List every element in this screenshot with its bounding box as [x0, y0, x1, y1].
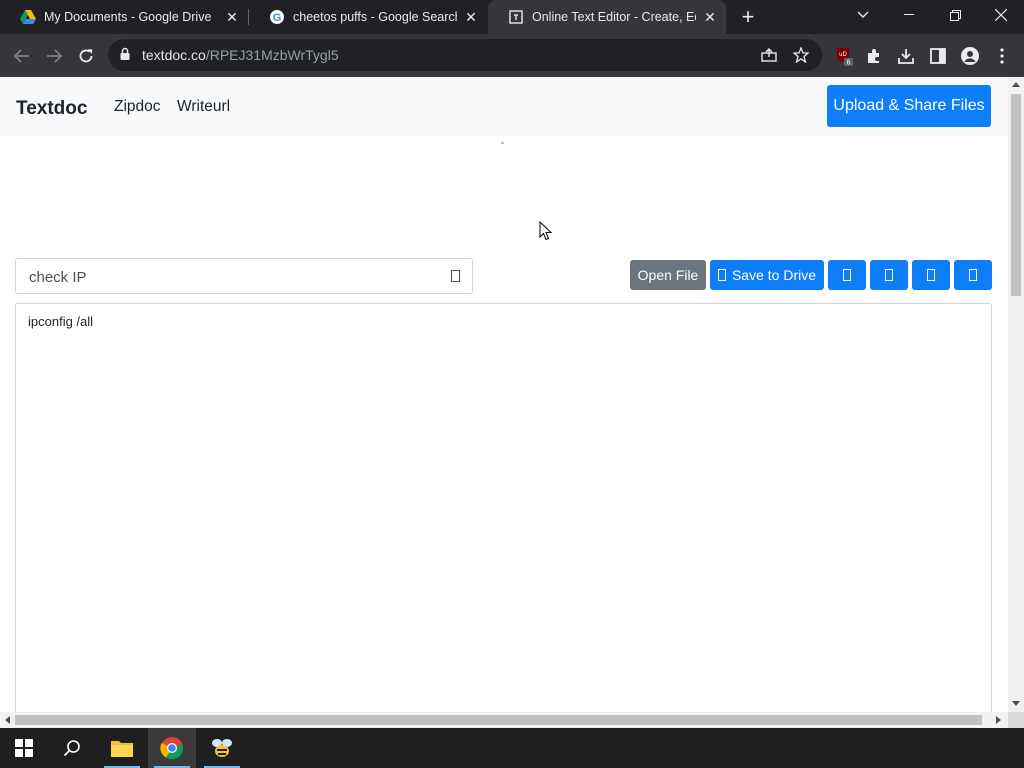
upload-share-files-button[interactable]: Upload & Share Files: [827, 85, 991, 127]
extensions-puzzle-icon[interactable]: [864, 46, 884, 66]
bookmark-star-icon[interactable]: [792, 46, 810, 64]
scroll-up-arrow-icon[interactable]: [1012, 82, 1020, 87]
site-navbar: Textdoc Zipdoc Writeurl Upload & Share F…: [0, 77, 1008, 136]
fullscreen-icon: [969, 269, 977, 281]
drive-icon: [717, 269, 726, 281]
restore-icon[interactable]: [932, 0, 978, 30]
ad-placeholder: [0, 136, 1008, 254]
scroll-down-arrow-icon[interactable]: [1012, 701, 1020, 706]
textdoc-icon: [508, 9, 524, 25]
browser-menu-icon[interactable]: [992, 46, 1012, 66]
tab-search-chevron-icon[interactable]: [840, 0, 886, 30]
svg-text:6: 6: [847, 60, 851, 67]
open-file-button[interactable]: Open File: [630, 260, 706, 290]
tab-title: Online Text Editor - Create, Edit,: [532, 10, 696, 24]
browser-tab-strip: My Documents - Google Drive ✕ G cheetos …: [0, 0, 1024, 34]
back-icon[interactable]: [9, 43, 35, 69]
ublock-extension-icon[interactable]: uD 6: [834, 46, 854, 66]
tab-google-drive[interactable]: My Documents - Google Drive ✕: [0, 0, 248, 34]
windows-taskbar: [0, 728, 1024, 768]
new-tab-icon[interactable]: +: [738, 6, 758, 28]
site-brand[interactable]: Textdoc: [16, 98, 87, 120]
share-button[interactable]: [912, 260, 950, 290]
close-tab-icon[interactable]: ✕: [224, 9, 240, 25]
minimize-icon[interactable]: [886, 0, 932, 30]
scroll-right-arrow-icon[interactable]: [996, 716, 1001, 724]
reload-icon[interactable]: [73, 43, 99, 69]
download-button[interactable]: [828, 260, 866, 290]
browser-toolbar: textdoc.co/RPEJ31MzbWrTygl5 uD 6: [0, 34, 1024, 77]
tab-title: cheetos puffs - Google Search: [293, 10, 457, 24]
vertical-scrollbar[interactable]: [1008, 77, 1024, 712]
profile-avatar-icon[interactable]: [960, 46, 980, 66]
chrome-taskbar-icon[interactable]: [148, 728, 196, 768]
address-bar[interactable]: textdoc.co/RPEJ31MzbWrTygl5: [108, 39, 822, 71]
tab-online-text-editor[interactable]: Online Text Editor - Create, Edit, ✕: [488, 0, 726, 34]
bee-app-icon[interactable]: [198, 728, 246, 768]
scroll-left-arrow-icon[interactable]: [5, 716, 10, 724]
share-icon: [927, 269, 935, 281]
text-editor-area[interactable]: ipconfig /all: [15, 303, 992, 712]
forward-icon[interactable]: [41, 43, 67, 69]
svg-text:G: G: [273, 12, 282, 24]
download-icon[interactable]: [896, 46, 916, 66]
nav-link-writeurl[interactable]: Writeurl: [177, 98, 230, 116]
horizontal-scroll-thumb[interactable]: [15, 715, 982, 725]
edit-title-icon: [451, 270, 460, 282]
save-to-drive-button[interactable]: Save to Drive: [710, 260, 824, 290]
document-title-input[interactable]: check IP: [15, 258, 473, 294]
search-icon[interactable]: [48, 728, 96, 768]
url-path: /RPEJ31MzbWrTygl5: [205, 47, 339, 63]
vertical-scroll-thumb[interactable]: [1011, 94, 1021, 296]
mouse-cursor-icon: [539, 220, 553, 246]
print-button[interactable]: [870, 260, 908, 290]
ad-marker: [501, 142, 504, 144]
tab-title: My Documents - Google Drive: [44, 10, 212, 24]
scrollbar-corner: [1008, 712, 1024, 728]
url-text[interactable]: textdoc.co/RPEJ31MzbWrTygl5: [142, 47, 339, 63]
print-icon: [885, 269, 893, 281]
side-panel-icon[interactable]: [928, 46, 948, 66]
tab-google-search[interactable]: G cheetos puffs - Google Search ✕: [249, 0, 487, 34]
web-page: Textdoc Zipdoc Writeurl Upload & Share F…: [0, 77, 1008, 712]
lock-icon[interactable]: [120, 47, 134, 63]
nav-link-zipdoc[interactable]: Zipdoc: [114, 98, 161, 116]
document-title-value: check IP: [29, 269, 87, 286]
horizontal-scrollbar[interactable]: [0, 712, 1008, 728]
close-window-icon[interactable]: [978, 0, 1024, 30]
fullscreen-button[interactable]: [954, 260, 992, 290]
file-explorer-icon[interactable]: [98, 728, 146, 768]
google-icon: G: [269, 9, 285, 25]
windows-start-icon[interactable]: [0, 728, 48, 768]
save-to-drive-label: Save to Drive: [731, 267, 817, 283]
download-icon: [843, 269, 851, 281]
svg-text:uD: uD: [839, 52, 847, 58]
google-drive-icon: [20, 9, 36, 25]
url-domain: textdoc.co: [142, 47, 206, 63]
share-icon[interactable]: [760, 46, 778, 64]
close-tab-icon[interactable]: ✕: [702, 9, 718, 25]
editor-content: ipconfig /all: [28, 314, 94, 329]
close-tab-icon[interactable]: ✕: [463, 9, 479, 25]
open-file-label: Open File: [637, 267, 699, 283]
